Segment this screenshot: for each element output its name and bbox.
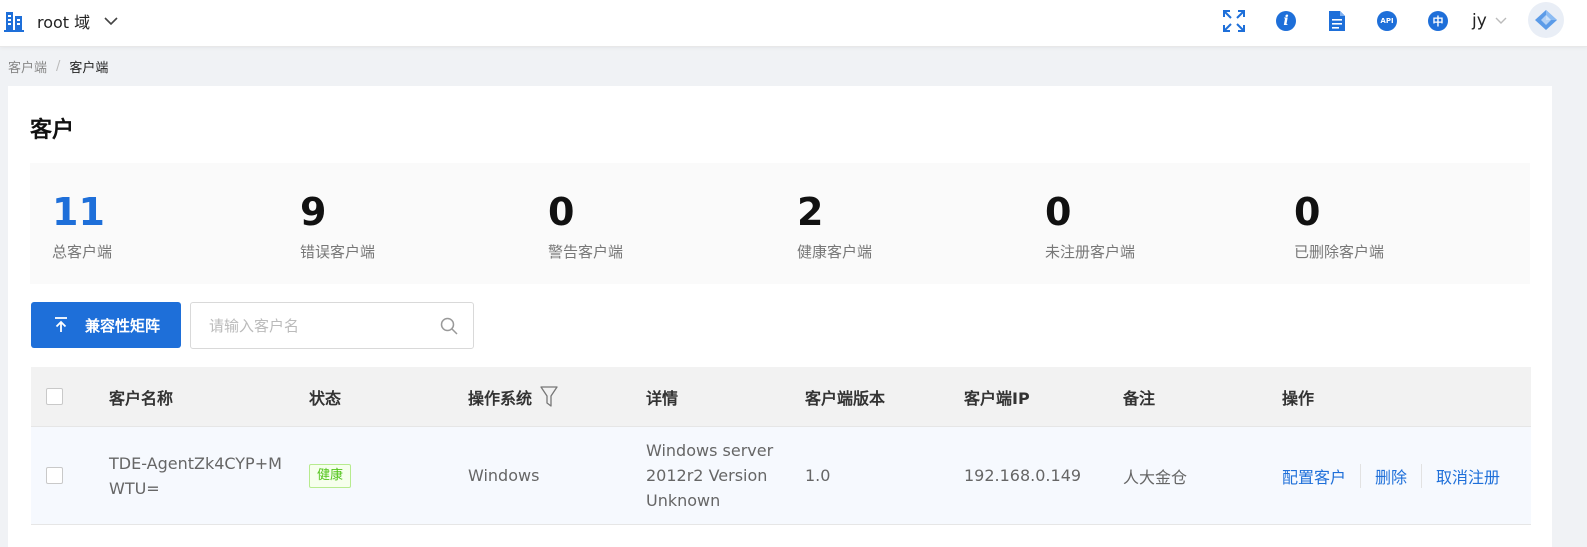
cell-status: 健康: [309, 427, 352, 524]
filter-icon[interactable]: [540, 385, 558, 408]
details-line: Unknown: [646, 491, 721, 510]
details-line: Windows server: [646, 441, 774, 460]
breadcrumb-current: 客户端: [69, 60, 109, 76]
user-menu[interactable]: jy: [1472, 9, 1507, 33]
avatar[interactable]: [1528, 2, 1564, 38]
fullscreen-button[interactable]: [1222, 9, 1246, 33]
row-checkbox[interactable]: [46, 467, 63, 484]
stat-value: 11: [52, 190, 105, 234]
stats-panel: 11 总客户端 9 错误客户端 0 警告客户端 2 健康客户端 0 未注册客户端…: [30, 163, 1530, 284]
client-name-line: TDE-AgentZk4CYP+M: [109, 453, 282, 473]
user-name: jy: [1472, 11, 1487, 31]
unregister-link[interactable]: 取消注册: [1436, 464, 1500, 488]
column-ip: 客户端IP: [964, 388, 1030, 408]
column-os: 操作系统: [468, 367, 558, 426]
page-title: 客户: [30, 118, 75, 143]
table-row: TDE-AgentZk4CYP+M WTU= 健康 Windows Window…: [31, 427, 1531, 525]
top-bar: root 域 i API 中 jy: [0, 0, 1587, 47]
info-icon: i: [1276, 11, 1296, 31]
domain-name: root 域: [37, 13, 91, 32]
column-actions: 操作: [1282, 388, 1315, 408]
search-box: [190, 302, 474, 349]
cell-remark: 人大金仓: [1123, 467, 1188, 487]
document-button[interactable]: [1325, 9, 1349, 33]
stat-value: 0: [1045, 190, 1072, 234]
language-button[interactable]: 中: [1426, 9, 1450, 33]
cell-os: Windows: [468, 466, 540, 485]
search-icon[interactable]: [440, 317, 458, 335]
domain-selector[interactable]: root 域: [4, 9, 118, 33]
cell-actions: 配置客户 删除 取消注册: [1282, 427, 1500, 524]
details-line: 2012r2 Version: [646, 466, 768, 485]
column-version: 客户端版本: [805, 388, 886, 408]
chevron-down-icon: [1495, 17, 1507, 24]
client-name-line: WTU=: [109, 478, 160, 498]
configure-client-link[interactable]: 配置客户: [1282, 464, 1346, 488]
stat-label: 已删除客户端: [1294, 243, 1385, 261]
stat-value: 0: [1294, 190, 1321, 234]
stat-label: 未注册客户端: [1045, 243, 1136, 261]
cell-details: Windows server 2012r2 Version Unknown: [646, 427, 796, 524]
column-os-label: 操作系统: [468, 388, 533, 408]
cell-ip: 192.168.0.149: [964, 466, 1082, 485]
column-name: 客户名称: [109, 388, 174, 408]
column-status: 状态: [309, 388, 342, 408]
delete-link[interactable]: 删除: [1375, 464, 1407, 488]
row-select-cell: [46, 427, 63, 524]
main-card: 客户 11 总客户端 9 错误客户端 0 警告客户端 2 健康客户端 0 未注册…: [8, 86, 1552, 547]
clients-table: 客户名称 状态 操作系统 详情 客户端版本 客户端IP 备注 操作 TDE-Ag…: [31, 367, 1531, 525]
select-all-checkbox[interactable]: [46, 388, 63, 405]
compatibility-matrix-label: 兼容性矩阵: [85, 316, 161, 335]
stat-label: 健康客户端: [797, 243, 873, 261]
action-divider: [1360, 463, 1362, 488]
column-remark: 备注: [1123, 388, 1156, 408]
cell-version: 1.0: [805, 466, 831, 485]
stat-label: 总客户端: [52, 243, 113, 261]
document-icon: [1329, 11, 1345, 31]
status-badge: 健康: [309, 463, 352, 488]
breadcrumb-home[interactable]: 客户端: [8, 57, 47, 76]
action-divider: [1421, 463, 1423, 488]
column-details: 详情: [646, 388, 679, 408]
info-button[interactable]: i: [1274, 9, 1298, 33]
compatibility-matrix-button[interactable]: 兼容性矩阵: [31, 302, 181, 348]
table-header: 客户名称 状态 操作系统 详情 客户端版本 客户端IP 备注 操作: [31, 367, 1531, 427]
building-icon: [4, 12, 24, 32]
breadcrumb: 客户端 / 客户端: [8, 57, 109, 76]
search-input[interactable]: [192, 304, 432, 347]
stat-label: 警告客户端: [548, 243, 624, 261]
stat-value: 0: [548, 190, 575, 234]
stat-label: 错误客户端: [300, 243, 376, 261]
breadcrumb-separator: /: [56, 58, 61, 74]
upload-icon: [55, 317, 67, 332]
cell-name: TDE-AgentZk4CYP+M WTU=: [109, 427, 289, 524]
language-icon: 中: [1428, 11, 1448, 31]
api-icon: API: [1377, 11, 1397, 31]
api-button[interactable]: API: [1375, 9, 1399, 33]
select-all-cell: [46, 367, 63, 426]
stat-value: 9: [300, 190, 327, 234]
chevron-down-icon: [104, 17, 118, 26]
fullscreen-icon: [1223, 10, 1245, 32]
stat-value: 2: [797, 190, 824, 234]
avatar-logo-icon: [1535, 10, 1557, 30]
